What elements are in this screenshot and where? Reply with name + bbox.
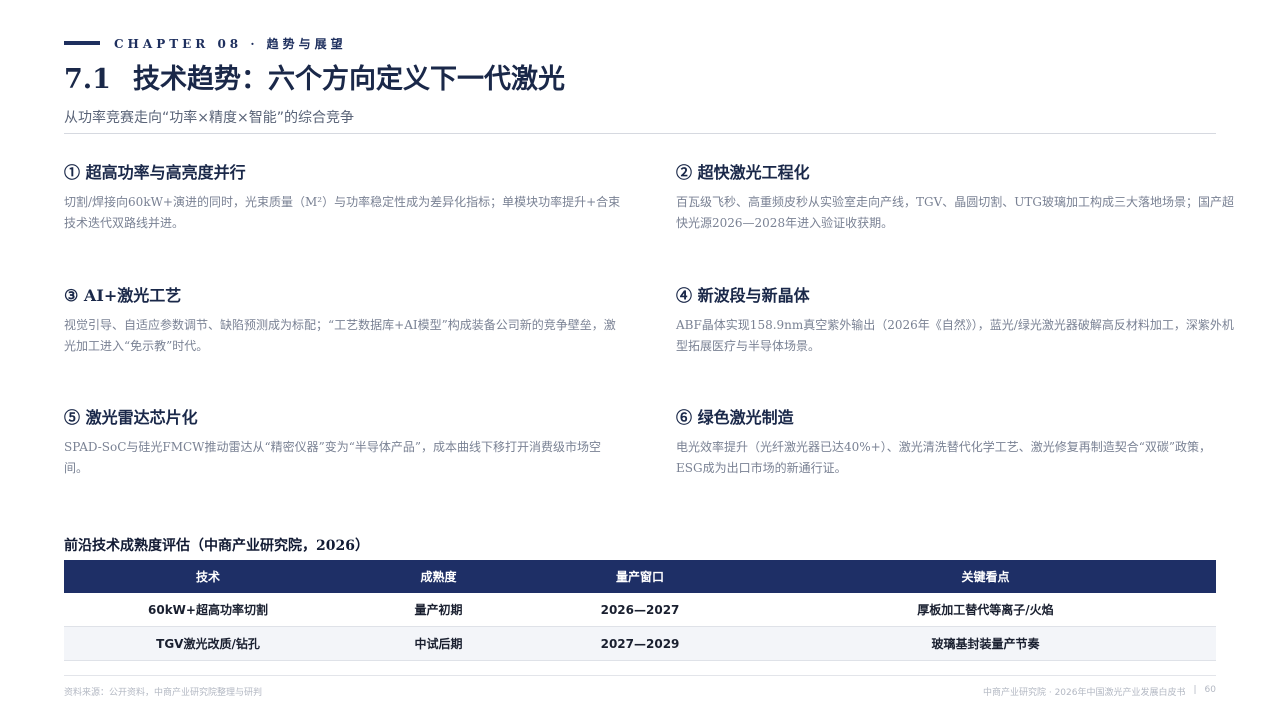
- footer-separator: |: [1193, 685, 1197, 695]
- table-cell: 量产初期: [352, 593, 525, 627]
- trend-body: 电光效率提升（光纤激光器已达40%+）、激光清洗替代化学工艺、激光修复再制造契合…: [676, 440, 1211, 475]
- page-subtitle: 从功率竞赛走向“功率×精度×智能”的综合竞争: [64, 110, 354, 126]
- footer-source: 资料来源：公开资料，中商产业研究院整理与研判: [64, 688, 263, 698]
- table-cell: 中试后期: [352, 626, 525, 661]
- chapter-text: CHAPTER 08 · 趋势与展望: [114, 36, 347, 51]
- table-cell: 玻璃基封装量产节奏: [755, 626, 1216, 661]
- table-cell: 厚板加工替代等离子/火焰: [755, 593, 1216, 627]
- trend-body: ABF晶体实现158.9nm真空紫外输出（2026年《自然》），蓝光/绿光激光器…: [676, 318, 1234, 353]
- trend-title: ② 超快激光工程化: [676, 163, 810, 182]
- trend-body: 切割/焊接向60kW+演进的同时，光束质量（M²）与功率稳定性成为差异化指标；单…: [64, 195, 621, 230]
- trend-card: ② 超快激光工程化 百瓦级飞秒、高重频皮秒从实验室走向产线，TGV、晶圆切割、U…: [676, 160, 1236, 234]
- trend-card: ⑥ 绿色激光制造 电光效率提升（光纤激光器已达40%+）、激光清洗替代化学工艺、…: [676, 405, 1236, 479]
- header-divider: [64, 133, 1216, 134]
- table-row: 60kW+超高功率切割 量产初期 2026—2027 厚板加工替代等离子/火焰: [64, 593, 1216, 627]
- trend-title: ④ 新波段与新晶体: [676, 286, 810, 305]
- trend-card: ③ AI+激光工艺 视觉引导、自适应参数调节、缺陷预测成为标配；“工艺数据库+A…: [64, 283, 624, 357]
- column-header: 量产窗口: [525, 560, 755, 593]
- table-cell: 60kW+超高功率切割: [64, 593, 352, 627]
- trend-title: ③ AI+激光工艺: [64, 286, 182, 305]
- table-title: 前沿技术成熟度评估（中商产业研究院，2026）: [64, 538, 369, 554]
- trend-card: ① 超高功率与高亮度并行 切割/焊接向60kW+演进的同时，光束质量（M²）与功…: [64, 160, 624, 234]
- trend-body: 百瓦级飞秒、高重频皮秒从实验室走向产线，TGV、晶圆切割、UTG玻璃加工构成三大…: [676, 195, 1234, 230]
- page-number: 60: [1204, 685, 1216, 695]
- trend-body: 视觉引导、自适应参数调节、缺陷预测成为标配；“工艺数据库+AI模型”构成装备公司…: [64, 318, 616, 353]
- page-title: 7.1 技术趋势：六个方向定义下一代激光: [64, 62, 565, 98]
- footer-divider: [64, 675, 1216, 676]
- trend-title: ⑥ 绿色激光制造: [676, 408, 794, 427]
- trend-title: ⑤ 激光雷达芯片化: [64, 408, 198, 427]
- footer-meta: 中商产业研究院 · 2026年中国激光产业发展白皮书 | 60: [983, 685, 1216, 698]
- table-cell: TGV激光改质/钻孔: [64, 626, 352, 661]
- trend-title: ① 超高功率与高亮度并行: [64, 163, 246, 182]
- maturity-table: 技术 成熟度 量产窗口 关键看点 60kW+超高功率切割 量产初期 2026—2…: [64, 560, 1216, 661]
- trend-body: SPAD-SoC与硅光FMCW推动雷达从“精密仪器”变为“半导体产品”，成本曲线…: [64, 440, 602, 475]
- column-header: 技术: [64, 560, 352, 593]
- trend-card: ⑤ 激光雷达芯片化 SPAD-SoC与硅光FMCW推动雷达从“精密仪器”变为“半…: [64, 405, 624, 479]
- column-header: 关键看点: [755, 560, 1216, 593]
- section-number: 7.1: [64, 64, 111, 95]
- table-header-row: 技术 成熟度 量产窗口 关键看点: [64, 560, 1216, 593]
- table-row: TGV激光改质/钻孔 中试后期 2027—2029 玻璃基封装量产节奏: [64, 626, 1216, 661]
- footer-publisher: 中商产业研究院 · 2026年中国激光产业发展白皮书: [983, 688, 1186, 698]
- table-cell: 2026—2027: [525, 593, 755, 627]
- chapter-label: CHAPTER 08 · 趋势与展望: [64, 34, 347, 52]
- chapter-accent-bar: [64, 41, 100, 45]
- column-header: 成熟度: [352, 560, 525, 593]
- table-cell: 2027—2029: [525, 626, 755, 661]
- trend-card: ④ 新波段与新晶体 ABF晶体实现158.9nm真空紫外输出（2026年《自然》…: [676, 283, 1236, 357]
- section-title: 技术趋势：六个方向定义下一代激光: [132, 64, 565, 95]
